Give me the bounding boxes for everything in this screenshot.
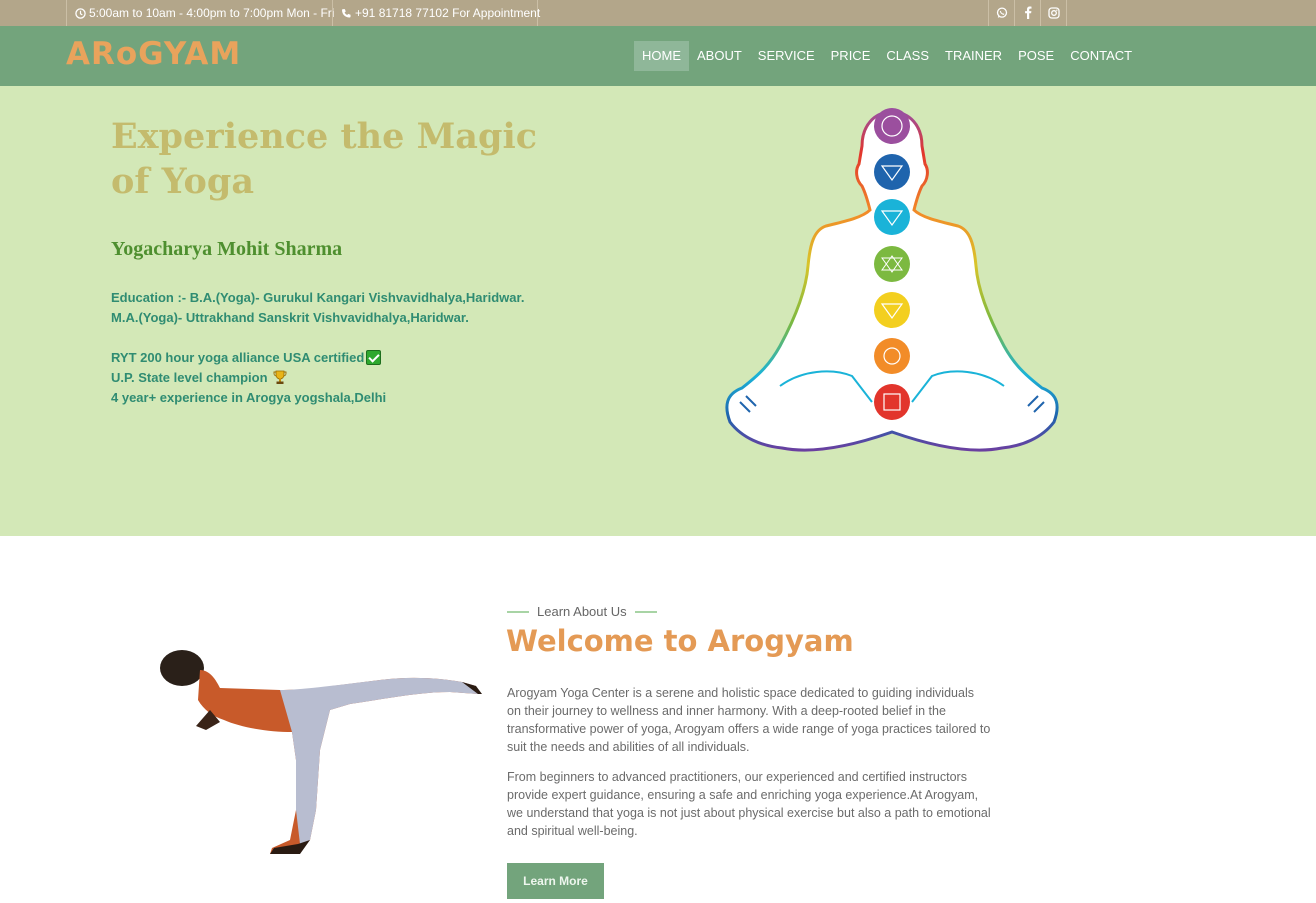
trainer-name: Yogacharya Mohit Sharma [111,238,343,260]
days-text: Mon - Fri [286,6,335,20]
chakra-meditation-figure [725,108,1059,452]
trainer-credentials: Education :- B.A.(Yoga)- Gurukul Kangari… [111,288,524,408]
nav-menu: HOME ABOUT SERVICE PRICE CLASS TRAINER P… [634,41,1140,71]
appointment-text: For Appointment [452,6,541,20]
learn-more-button[interactable]: Learn More [507,863,604,899]
about-paragraph-2: From beginners to advanced practitioners… [507,770,991,838]
education-line-2: M.A.(Yoga)- Uttrakhand Sanskrit Vishvavi… [111,310,469,325]
instagram-link[interactable] [1040,0,1067,26]
nav-contact[interactable]: CONTACT [1062,41,1140,71]
eyebrow-line-left [507,610,529,613]
hero-section: Experience the Magic of Yoga Yogacharya … [0,86,1316,536]
champion-line: U.P. State level champion [111,368,524,388]
chakra-heart-icon [874,246,910,282]
education-line-1: Education :- B.A.(Yoga)- Gurukul Kangari… [111,290,525,305]
main-navbar: ARoGYAM HOME ABOUT SERVICE PRICE CLASS T… [0,26,1316,86]
chakra-crown-icon [874,108,910,144]
chakra-sacral-icon [874,338,910,374]
champion-text: U.P. State level champion [111,370,268,385]
hero-title: Experience the Magic of Yoga [111,116,538,202]
chakra-solar-plexus-icon [874,292,910,328]
about-paragraph-1: Arogyam Yoga Center is a serene and holi… [507,686,991,754]
nav-service[interactable]: SERVICE [750,41,823,71]
nav-home[interactable]: HOME [634,41,689,71]
nav-about[interactable]: ABOUT [689,41,750,71]
warrior-three-pose-image [160,650,482,854]
nav-class[interactable]: CLASS [878,41,937,71]
eyebrow-text: Learn About Us [537,604,627,619]
nav-trainer[interactable]: TRAINER [937,41,1010,71]
site-logo[interactable]: ARoGYAM [66,36,241,72]
section-eyebrow: Learn About Us [507,604,657,619]
chakra-third-eye-icon [874,154,910,190]
certification-line: RYT 200 hour yoga alliance USA certified [111,348,524,368]
checkmark-icon [366,350,382,365]
facebook-icon [1024,4,1032,23]
phone-icon [341,2,352,28]
top-bar: 5:00am to 10am - 4:00pm to 7:00pm Mon - … [0,0,1316,26]
whatsapp-icon [996,4,1008,23]
facebook-link[interactable] [1014,0,1041,26]
chakra-root-icon [874,384,910,420]
eyebrow-line-right [634,610,657,613]
phone-number: +91 81718 77102 [355,6,449,20]
hours-text: 5:00am to 10am - 4:00pm to 7:00pm [89,6,284,20]
nav-pose[interactable]: POSE [1010,41,1062,71]
phone-info[interactable]: +91 81718 77102 For Appointment [332,0,541,28]
experience-line: 4 year+ experience in Arogya yogshala,De… [111,390,387,405]
instagram-icon [1047,4,1060,23]
clock-icon [75,2,86,28]
nav-price[interactable]: PRICE [823,41,879,71]
whatsapp-link[interactable] [988,0,1015,26]
about-title: Welcome to Arogyam [506,624,854,658]
opening-hours: 5:00am to 10am - 4:00pm to 7:00pm Mon - … [66,0,335,28]
chakra-throat-icon [874,199,910,235]
certification-text: RYT 200 hour yoga alliance USA certified [111,350,365,365]
